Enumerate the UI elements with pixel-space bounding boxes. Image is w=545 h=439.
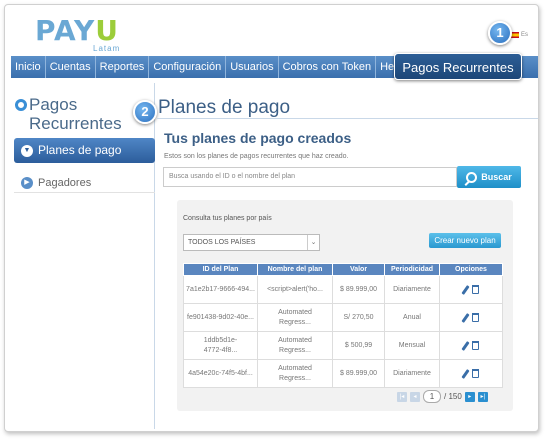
table-header-row: ID del Plan Nombre del plan Valor Period…: [183, 263, 503, 276]
sidebar-item-planes-de-pago[interactable]: ▼ Planes de pago: [14, 138, 155, 163]
plan-value-cell: $ 89.999,00: [332, 359, 385, 388]
plan-period-cell: Diariamente: [384, 275, 440, 304]
edit-icon[interactable]: [460, 312, 470, 323]
plan-options-cell: [439, 359, 503, 388]
plan-period-cell: Anual: [384, 303, 440, 332]
edit-icon[interactable]: [460, 284, 470, 295]
delete-icon[interactable]: [471, 312, 479, 322]
nav-reportes[interactable]: Reportes: [96, 56, 150, 78]
payu-logo[interactable]: PAYU Latam: [35, 14, 121, 54]
table-row: 7a1e2b17-9666-494... <script>alert('ho..…: [183, 275, 503, 304]
plan-id-cell: 7a1e2b17-9666-494...: [183, 275, 258, 304]
step-badge-1: 1: [488, 21, 512, 45]
search-button[interactable]: Buscar: [457, 166, 521, 188]
plan-value-cell: $ 89.999,00: [332, 275, 385, 304]
plans-table: ID del Plan Nombre del plan Valor Period…: [183, 263, 503, 388]
delete-icon[interactable]: [471, 284, 479, 294]
plan-name-cell: <script>alert('ho...: [257, 275, 333, 304]
plan-value-cell: S/ 270,50: [332, 303, 385, 332]
country-filter-label: Consulta tus planes por país: [183, 215, 272, 222]
page-number-input[interactable]: 1: [423, 390, 441, 403]
column-header: Periodicidad: [384, 263, 440, 276]
plan-id-cell: 1ddb5d1e- 4772-4f8...: [183, 331, 258, 360]
nav-usuarios[interactable]: Usuarios: [226, 56, 279, 78]
sidebar-title-line2: Recurrentes: [29, 114, 122, 133]
delete-icon[interactable]: [471, 340, 479, 350]
logo-text-part2: U: [95, 14, 119, 47]
sidebar: Pagos Recurrentes ▼ Planes de pago ▶ Pag…: [11, 83, 155, 429]
table-row: 1ddb5d1e- 4772-4f8... Automated Regress.…: [183, 331, 503, 360]
page-title: Planes de pago: [158, 97, 291, 118]
recurring-icon: [15, 99, 27, 111]
nav-configuracion[interactable]: Configuración: [149, 56, 227, 78]
logo-text-part1: PAY: [35, 14, 96, 47]
sidebar-title: Pagos Recurrentes: [15, 95, 122, 133]
language-label: Es: [521, 32, 529, 38]
section-title: Tus planes de pago creados: [164, 130, 352, 146]
search-button-label: Buscar: [481, 172, 512, 182]
sidebar-title-line1: Pagos: [29, 95, 78, 114]
plan-options-cell: [439, 331, 503, 360]
plan-options-cell: [439, 303, 503, 332]
sidebar-item-pagadores[interactable]: ▶ Pagadores: [14, 173, 155, 193]
prev-page-button[interactable]: ◂: [410, 391, 420, 402]
plan-id-cell: 4a54e20c-74f5-4bf...: [183, 359, 258, 388]
sidebar-item-label: Pagadores: [38, 176, 92, 189]
chevron-down-icon: ⌄: [307, 235, 319, 250]
nav-inicio[interactable]: Inicio: [11, 56, 46, 78]
nav-cuentas[interactable]: Cuentas: [46, 56, 96, 78]
nav-cobros-token[interactable]: Cobros con Token: [279, 56, 377, 78]
sidebar-item-label: Planes de pago: [38, 143, 122, 157]
table-row: fe901438-9d02-40e... Automated Regress..…: [183, 303, 503, 332]
title-divider: [157, 118, 538, 119]
column-header: ID del Plan: [183, 263, 258, 276]
delete-icon[interactable]: [471, 368, 479, 378]
section-description: Estos son los planes de pagos recurrente…: [164, 153, 349, 160]
app-window: PAYU Latam Es Inicio Cuentas Reportes Co…: [4, 4, 539, 432]
plan-name-cell: Automated Regress...: [257, 303, 333, 332]
edit-icon[interactable]: [460, 340, 470, 351]
chevron-down-icon: ▼: [21, 144, 33, 157]
logo-subtitle: Latam: [93, 44, 121, 53]
chevron-right-icon: ▶: [21, 176, 33, 189]
table-row: 4a54e20c-74f5-4bf... Automated Regress..…: [183, 359, 503, 388]
plan-name-cell: Automated Regress...: [257, 359, 333, 388]
column-header: Nombre del plan: [257, 263, 333, 276]
step-badge-2: 2: [133, 100, 157, 124]
country-select-value: TODOS LOS PAÍSES: [188, 239, 256, 246]
plans-panel: Consulta tus planes por país TODOS LOS P…: [177, 200, 513, 411]
create-plan-button[interactable]: Crear nuevo plan: [429, 233, 501, 248]
plan-period-cell: Diariamente: [384, 359, 440, 388]
search-input[interactable]: Busca usando el ID o el nombre del plan: [163, 167, 457, 187]
next-page-button[interactable]: ▸: [464, 391, 475, 402]
column-header: Opciones: [439, 263, 503, 276]
plan-name-cell: Automated Regress...: [257, 331, 333, 360]
first-page-button[interactable]: |◂: [397, 391, 407, 402]
language-selector[interactable]: Es: [510, 32, 528, 38]
plan-period-cell: Mensual: [384, 331, 440, 360]
edit-icon[interactable]: [460, 368, 470, 379]
search-icon: [466, 171, 478, 183]
country-select[interactable]: TODOS LOS PAÍSES ⌄: [183, 234, 320, 251]
pagination: |◂ ◂ 1 / 150 ▸ ▸|: [397, 390, 488, 403]
page-total: / 150: [444, 392, 462, 401]
plan-options-cell: [439, 275, 503, 304]
plan-value-cell: $ 500,99: [332, 331, 385, 360]
last-page-button[interactable]: ▸|: [477, 391, 488, 402]
column-header: Valor: [332, 263, 385, 276]
plan-id-cell: fe901438-9d02-40e...: [183, 303, 258, 332]
nav-pagos-recurrentes[interactable]: Pagos Recurrentes: [394, 53, 522, 80]
